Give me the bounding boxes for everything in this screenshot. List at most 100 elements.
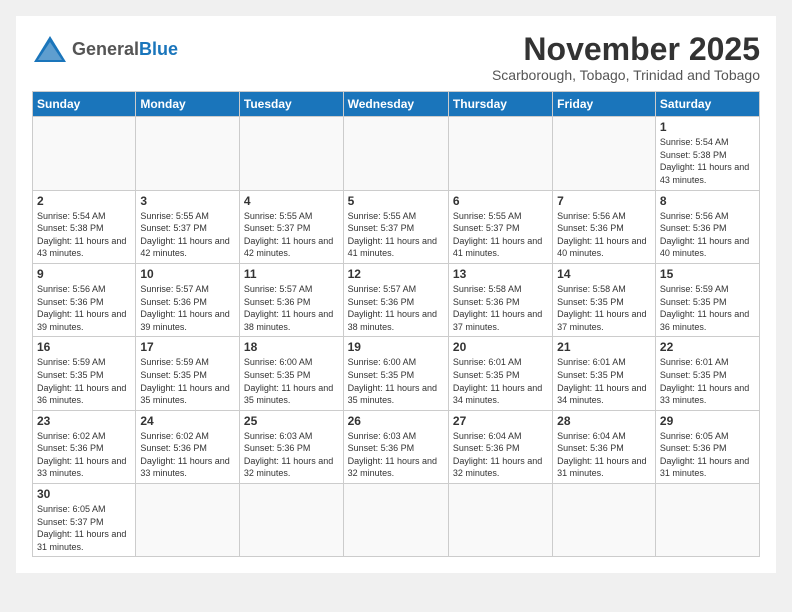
calendar-cell: [343, 484, 448, 557]
day-number: 16: [37, 340, 131, 354]
day-number: 8: [660, 194, 755, 208]
day-number: 5: [348, 194, 444, 208]
day-number: 25: [244, 414, 339, 428]
calendar-cell: 20Sunrise: 6:01 AM Sunset: 5:35 PM Dayli…: [448, 337, 552, 410]
calendar-cell: 5 Sunrise: 5:55 AM Sunset: 5:37 PM Daylig…: [343, 190, 448, 263]
calendar-cell: 16 Sunrise: 5:59 AM Sunset: 5:35 PM Dayli…: [33, 337, 136, 410]
col-thursday: Thursday: [448, 92, 552, 117]
day-number: 28: [557, 414, 651, 428]
day-info: Sunrise: 5:57 AM Sunset: 5:36 PM Dayligh…: [348, 283, 444, 333]
day-info: Sunrise: 5:59 AM Sunset: 5:35 PM Dayligh…: [660, 283, 755, 333]
page: GeneralBlue November 2025 Scarborough, T…: [16, 16, 776, 573]
day-number: 9: [37, 267, 131, 281]
calendar-cell: 28 Sunrise: 6:04 AM Sunset: 5:36 PM Dayli…: [553, 410, 656, 483]
calendar-week-2: 9 Sunrise: 5:56 AM Sunset: 5:36 PM Daylig…: [33, 263, 760, 336]
calendar-cell: 1Sunrise: 5:54 AM Sunset: 5:38 PM Daylig…: [655, 117, 759, 190]
day-number: 2: [37, 194, 131, 208]
calendar-cell: 6Sunrise: 5:55 AM Sunset: 5:37 PM Daylig…: [448, 190, 552, 263]
calendar-week-1: 2 Sunrise: 5:54 AM Sunset: 5:38 PM Daylig…: [33, 190, 760, 263]
day-info: Sunrise: 5:58 AM Sunset: 5:36 PM Dayligh…: [453, 283, 548, 333]
calendar-cell: 9 Sunrise: 5:56 AM Sunset: 5:36 PM Daylig…: [33, 263, 136, 336]
calendar-cell: 10 Sunrise: 5:57 AM Sunset: 5:36 PM Dayli…: [136, 263, 240, 336]
day-number: 19: [348, 340, 444, 354]
day-info: Sunrise: 6:01 AM Sunset: 5:35 PM Dayligh…: [660, 356, 755, 406]
day-number: 23: [37, 414, 131, 428]
day-number: 15: [660, 267, 755, 281]
day-info: Sunrise: 6:00 AM Sunset: 5:35 PM Dayligh…: [348, 356, 444, 406]
day-number: 11: [244, 267, 339, 281]
day-number: 13: [453, 267, 548, 281]
calendar-week-4: 23Sunrise: 6:02 AM Sunset: 5:36 PM Dayli…: [33, 410, 760, 483]
day-info: Sunrise: 5:57 AM Sunset: 5:36 PM Dayligh…: [140, 283, 235, 333]
calendar-cell: 30 Sunrise: 6:05 AM Sunset: 5:37 PM Dayli…: [33, 484, 136, 557]
day-number: 10: [140, 267, 235, 281]
calendar-cell: [655, 484, 759, 557]
day-number: 30: [37, 487, 131, 501]
day-info: Sunrise: 5:54 AM Sunset: 5:38 PM Dayligh…: [37, 210, 131, 260]
day-number: 12: [348, 267, 444, 281]
day-number: 29: [660, 414, 755, 428]
calendar-cell: [553, 484, 656, 557]
calendar-cell: 12 Sunrise: 5:57 AM Sunset: 5:36 PM Dayli…: [343, 263, 448, 336]
day-info: Sunrise: 6:03 AM Sunset: 5:36 PM Dayligh…: [244, 430, 339, 480]
day-number: 17: [140, 340, 235, 354]
calendar-cell: 22 Sunrise: 6:01 AM Sunset: 5:35 PM Dayli…: [655, 337, 759, 410]
day-number: 22: [660, 340, 755, 354]
logo: GeneralBlue: [32, 32, 178, 68]
calendar-cell: 17 Sunrise: 5:59 AM Sunset: 5:35 PM Dayli…: [136, 337, 240, 410]
calendar-cell: [239, 117, 343, 190]
calendar-cell: [33, 117, 136, 190]
col-saturday: Saturday: [655, 92, 759, 117]
day-info: Sunrise: 6:04 AM Sunset: 5:36 PM Dayligh…: [557, 430, 651, 480]
calendar-cell: 29 Sunrise: 6:05 AM Sunset: 5:36 PM Dayli…: [655, 410, 759, 483]
col-wednesday: Wednesday: [343, 92, 448, 117]
calendar-cell: 24Sunrise: 6:02 AM Sunset: 5:36 PM Dayli…: [136, 410, 240, 483]
day-info: Sunrise: 6:05 AM Sunset: 5:37 PM Dayligh…: [37, 503, 131, 553]
day-info: Sunrise: 5:55 AM Sunset: 5:37 PM Dayligh…: [244, 210, 339, 260]
day-number: 14: [557, 267, 651, 281]
col-monday: Monday: [136, 92, 240, 117]
day-number: 24: [140, 414, 235, 428]
day-info: Sunrise: 6:01 AM Sunset: 5:35 PM Dayligh…: [453, 356, 548, 406]
calendar-cell: [343, 117, 448, 190]
calendar-cell: 15 Sunrise: 5:59 AM Sunset: 5:35 PM Dayli…: [655, 263, 759, 336]
day-number: 18: [244, 340, 339, 354]
day-number: 3: [140, 194, 235, 208]
month-title: November 2025: [492, 32, 760, 67]
calendar-cell: 4 Sunrise: 5:55 AM Sunset: 5:37 PM Daylig…: [239, 190, 343, 263]
calendar-cell: [239, 484, 343, 557]
calendar-body: 1 Sunrise: 5:54 AM Sunset: 5:38 PM Daylig…: [33, 117, 760, 557]
calendar-cell: 19 Sunrise: 6:00 AM Sunset: 5:35 PM Dayli…: [343, 337, 448, 410]
calendar-cell: 7Sunrise: 5:56 AM Sunset: 5:36 PM Daylig…: [553, 190, 656, 263]
day-info: Sunrise: 5:59 AM Sunset: 5:35 PM Dayligh…: [37, 356, 131, 406]
calendar-week-5: 30 Sunrise: 6:05 AM Sunset: 5:37 PM Dayli…: [33, 484, 760, 557]
day-info: Sunrise: 6:04 AM Sunset: 5:36 PM Dayligh…: [453, 430, 548, 480]
day-number: 7: [557, 194, 651, 208]
logo-wordmark: GeneralBlue: [72, 40, 178, 60]
day-info: Sunrise: 5:56 AM Sunset: 5:36 PM Dayligh…: [37, 283, 131, 333]
logo-icon: [32, 32, 68, 68]
col-tuesday: Tuesday: [239, 92, 343, 117]
calendar-table: Sunday Monday Tuesday Wednesday Thursday…: [32, 91, 760, 557]
calendar-cell: 25 Sunrise: 6:03 AM Sunset: 5:36 PM Dayli…: [239, 410, 343, 483]
calendar-cell: 26Sunrise: 6:03 AM Sunset: 5:36 PM Dayli…: [343, 410, 448, 483]
day-info: Sunrise: 5:56 AM Sunset: 5:36 PM Dayligh…: [660, 210, 755, 260]
day-info: Sunrise: 6:00 AM Sunset: 5:35 PM Dayligh…: [244, 356, 339, 406]
calendar-cell: 11 Sunrise: 5:57 AM Sunset: 5:36 PM Dayli…: [239, 263, 343, 336]
calendar-cell: [448, 484, 552, 557]
calendar-cell: 27Sunrise: 6:04 AM Sunset: 5:36 PM Dayli…: [448, 410, 552, 483]
day-info: Sunrise: 5:55 AM Sunset: 5:37 PM Dayligh…: [348, 210, 444, 260]
calendar-header-row: Sunday Monday Tuesday Wednesday Thursday…: [33, 92, 760, 117]
calendar-cell: [448, 117, 552, 190]
col-friday: Friday: [553, 92, 656, 117]
calendar-cell: 23Sunrise: 6:02 AM Sunset: 5:36 PM Dayli…: [33, 410, 136, 483]
day-number: 4: [244, 194, 339, 208]
calendar-cell: 21Sunrise: 6:01 AM Sunset: 5:35 PM Dayli…: [553, 337, 656, 410]
day-info: Sunrise: 6:05 AM Sunset: 5:36 PM Dayligh…: [660, 430, 755, 480]
day-info: Sunrise: 5:57 AM Sunset: 5:36 PM Dayligh…: [244, 283, 339, 333]
location-subtitle: Scarborough, Tobago, Trinidad and Tobago: [492, 67, 760, 83]
day-number: 1: [660, 120, 755, 134]
day-info: Sunrise: 5:59 AM Sunset: 5:35 PM Dayligh…: [140, 356, 235, 406]
day-number: 26: [348, 414, 444, 428]
calendar-cell: [136, 484, 240, 557]
